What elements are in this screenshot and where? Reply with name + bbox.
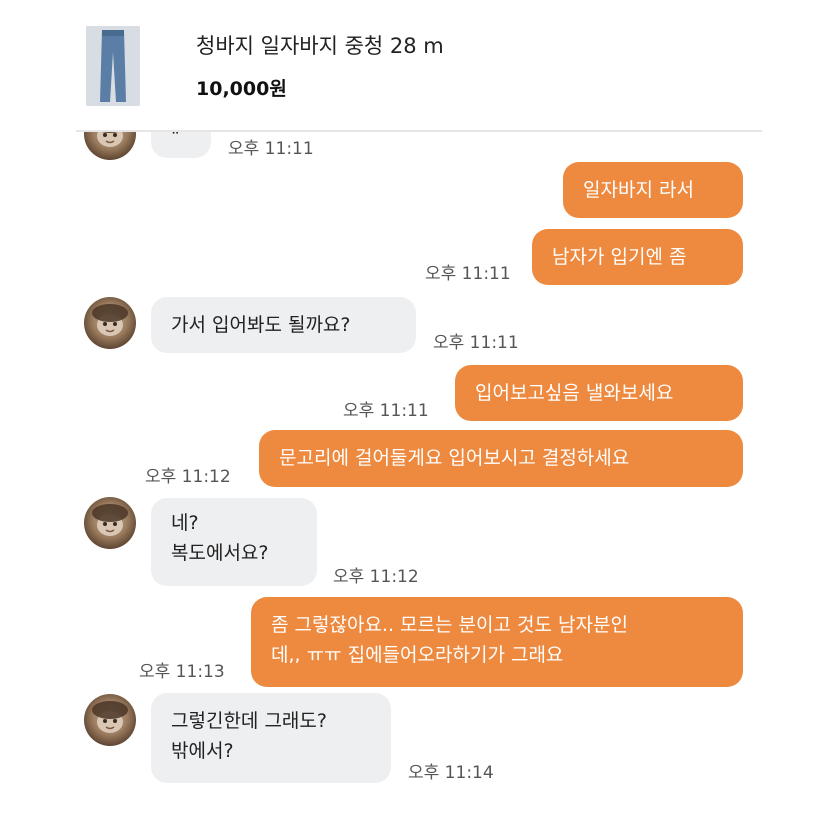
- message-bubble-incoming[interactable]: 가서 입어봐도 될까요?: [151, 297, 416, 353]
- message-bubble-incoming[interactable]: ": [151, 132, 211, 158]
- message-text: 가서 입어봐도 될까요?: [171, 314, 351, 336]
- avatar[interactable]: [84, 694, 136, 746]
- message-time: 오후 11:11: [228, 139, 314, 159]
- profile-photo-icon: [92, 701, 128, 733]
- message-line: 좀 그렇잖아요.. 모르는 분이고 것도 남자분인: [271, 614, 628, 636]
- message-line: 데,, ㅠㅠ 집에들어오라하기가 그래요: [271, 644, 564, 666]
- message-line: 그렇긴한데 그래도?: [171, 710, 327, 732]
- avatar[interactable]: [84, 132, 136, 160]
- message-time: 오후 11:14: [408, 763, 494, 783]
- chat-thread[interactable]: " 오후 11:11 일자바지 라서 남자가 입기엔 좀 오후 11:11 가서…: [0, 132, 828, 817]
- listing-title: 청바지 일자바지 중청 28 m: [196, 34, 444, 58]
- message-text: 입어보고싶음 낼와보세요: [475, 382, 674, 404]
- message-bubble-incoming[interactable]: 네? 복도에서요?: [151, 498, 317, 586]
- jeans-image: [86, 26, 140, 106]
- message-line: 밖에서?: [171, 740, 234, 762]
- message-line: 네?: [171, 512, 199, 534]
- message-bubble-outgoing[interactable]: 남자가 입기엔 좀: [532, 229, 743, 285]
- message-time: 오후 11:11: [343, 401, 429, 421]
- profile-photo-icon: [97, 132, 123, 147]
- message-text: 남자가 입기엔 좀: [552, 246, 687, 268]
- message-bubble-outgoing[interactable]: 일자바지 라서: [563, 162, 743, 218]
- message-line: 복도에서요?: [171, 542, 269, 564]
- profile-photo-icon: [92, 304, 128, 336]
- message-bubble-incoming[interactable]: 그렇긴한데 그래도? 밖에서?: [151, 693, 391, 783]
- message-text: 문고리에 걸어둘게요 입어보시고 결정하세요: [279, 447, 630, 469]
- message-bubble-outgoing[interactable]: 좀 그렇잖아요.. 모르는 분이고 것도 남자분인 데,, ㅠㅠ 집에들어오라하…: [251, 597, 743, 687]
- message-bubble-outgoing[interactable]: 문고리에 걸어둘게요 입어보시고 결정하세요: [259, 430, 743, 487]
- listing-header[interactable]: 청바지 일자바지 중청 28 m 10,000원: [0, 0, 828, 130]
- message-time: 오후 11:11: [425, 264, 511, 284]
- avatar[interactable]: [84, 297, 136, 349]
- product-thumbnail[interactable]: [86, 26, 140, 106]
- avatar[interactable]: [84, 497, 136, 549]
- message-time: 오후 11:12: [145, 467, 231, 487]
- message-text: ": [171, 132, 180, 147]
- message-time: 오후 11:13: [139, 662, 225, 682]
- profile-photo-icon: [92, 504, 128, 536]
- message-time: 오후 11:12: [333, 567, 419, 587]
- message-bubble-outgoing[interactable]: 입어보고싶음 낼와보세요: [455, 365, 743, 421]
- listing-price: 10,000원: [196, 78, 287, 100]
- message-text: 일자바지 라서: [583, 179, 694, 201]
- message-time: 오후 11:11: [433, 333, 519, 353]
